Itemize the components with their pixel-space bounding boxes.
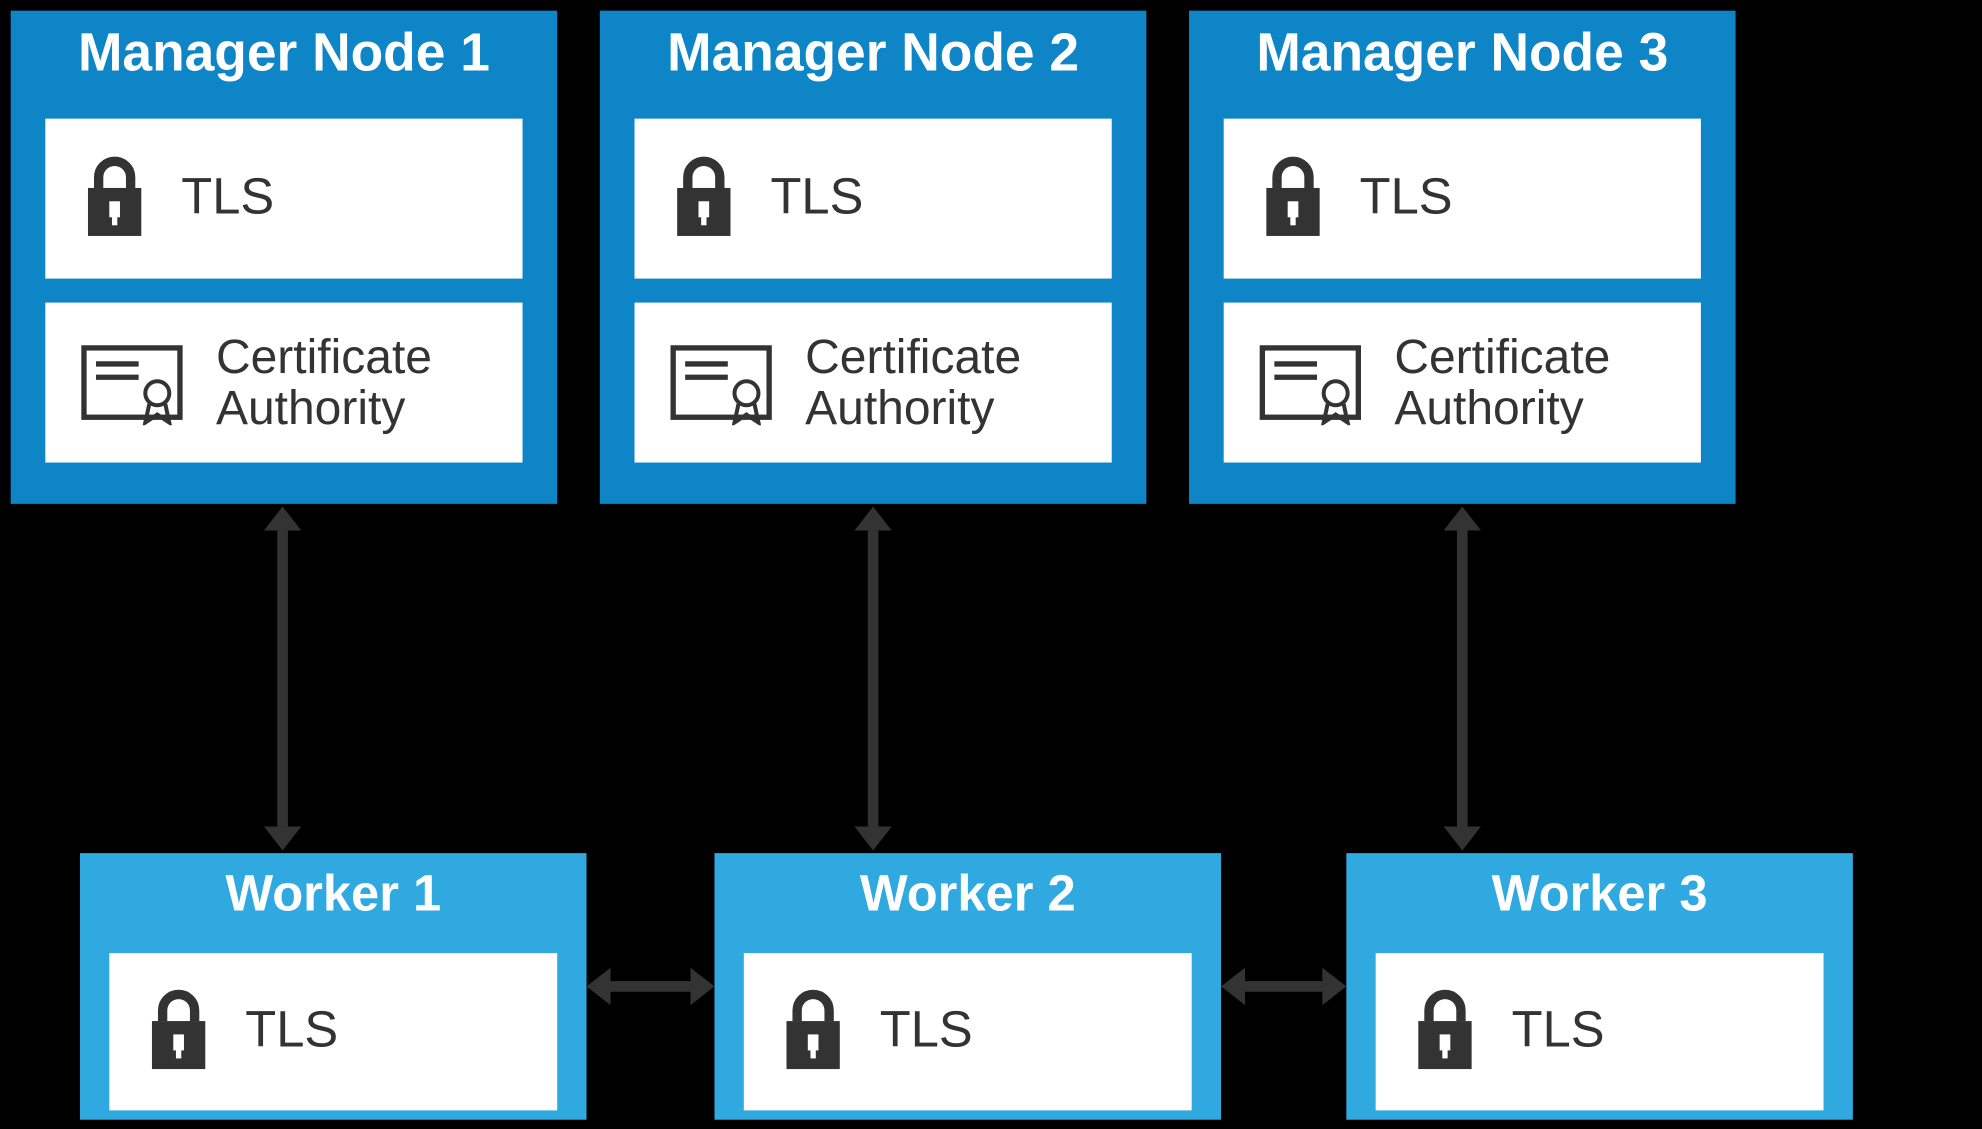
ca-line1: Certificate [1394,330,1610,385]
arrow-w2-w3 [1245,981,1322,992]
worker-1-tls-slot: TLS [109,953,557,1110]
manager-2-tls-label: TLS [770,172,863,225]
arrow-m1-w1 [277,531,288,827]
arrow-w1-w2 [611,981,691,992]
worker-1-title: Worker 1 [80,853,587,934]
manager-1-tls-label: TLS [181,172,274,225]
manager-2-ca-label: Certificate Authority [805,332,1021,433]
certificate-icon [669,340,773,425]
worker-node-1: Worker 1 TLS [80,853,587,1120]
manager-node-2: Manager Node 2 TLS [600,11,1147,504]
manager-1-ca-slot: Certificate Authority [45,303,522,463]
worker-3-tls-label: TLS [1512,1005,1605,1058]
worker-node-3: Worker 3 TLS [1346,853,1853,1120]
diagram-stage: Manager Node 1 TLS [0,0,1981,1129]
manager-3-ca-slot: Certificate Authority [1224,303,1701,463]
certificate-icon [80,340,184,425]
ca-line2: Authority [805,380,994,435]
worker-3-title: Worker 3 [1346,853,1853,934]
worker-2-tls-slot: TLS [744,953,1192,1110]
manager-3-ca-label: Certificate Authority [1394,332,1610,433]
manager-2-tls-slot: TLS [635,119,1112,279]
manager-1-tls-slot: TLS [45,119,522,279]
arrow-m3-w3 [1457,531,1468,827]
manager-1-ca-label: Certificate Authority [216,332,432,433]
lock-icon [1410,989,1479,1074]
worker-2-title: Worker 2 [714,853,1221,934]
lock-icon [1258,156,1327,241]
manager-1-title: Manager Node 1 [11,11,558,95]
worker-1-tls-label: TLS [245,1005,338,1058]
manager-3-tls-slot: TLS [1224,119,1701,279]
manager-3-tls-label: TLS [1360,172,1453,225]
worker-3-tls-slot: TLS [1376,953,1824,1110]
lock-icon [144,989,213,1074]
ca-line2: Authority [1394,380,1583,435]
worker-2-tls-label: TLS [880,1005,973,1058]
certificate-icon [1258,340,1362,425]
ca-line1: Certificate [216,330,432,385]
lock-icon [80,156,149,241]
manager-node-1: Manager Node 1 TLS [11,11,558,504]
ca-line2: Authority [216,380,405,435]
ca-line1: Certificate [805,330,1021,385]
lock-icon [669,156,738,241]
manager-2-ca-slot: Certificate Authority [635,303,1112,463]
manager-3-title: Manager Node 3 [1189,11,1736,95]
manager-2-title: Manager Node 2 [600,11,1147,95]
worker-node-2: Worker 2 TLS [714,853,1221,1120]
arrow-m2-w2 [868,531,879,827]
manager-node-3: Manager Node 3 TLS [1189,11,1736,504]
lock-icon [778,989,847,1074]
